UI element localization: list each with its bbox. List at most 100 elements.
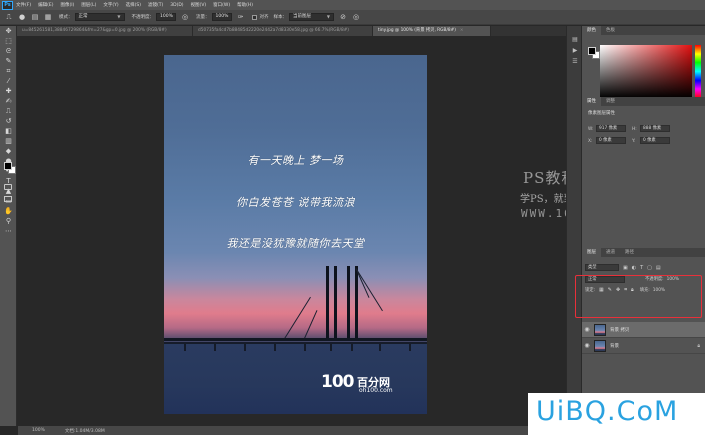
tab-channels[interactable]: 通道 <box>601 248 620 257</box>
menu-type[interactable]: 文字(Y) <box>103 2 118 8</box>
color-foreground-swatch[interactable] <box>588 47 596 55</box>
properties-panel-icon[interactable]: ☰ <box>567 56 583 67</box>
bridge-pier <box>304 344 306 351</box>
filter-pixel-icon[interactable]: ▣ <box>623 265 628 271</box>
filter-shape-icon[interactable]: ▢ <box>647 265 652 271</box>
opacity-input[interactable]: 100% <box>156 13 176 21</box>
layer-row-background[interactable]: ◉ 背景 🔒︎ <box>582 338 705 354</box>
quick-mask-icon[interactable] <box>4 184 12 190</box>
layer-kind-select[interactable]: 类型 <box>585 264 619 271</box>
tab-adjustments[interactable]: 调整 <box>601 97 620 106</box>
filter-smart-icon[interactable]: ▤ <box>656 265 661 271</box>
hue-slider[interactable] <box>695 45 701 98</box>
more-tools-icon[interactable]: ⋯ <box>0 226 17 236</box>
menu-3d[interactable]: 3D(D) <box>170 3 183 8</box>
tab-doc-3[interactable]: tiny.jpg @ 100% (背景 拷贝, RGB/8#) × <box>373 26 491 36</box>
mode-value: 正常 <box>78 14 88 19</box>
y-label: Y: <box>632 139 636 144</box>
menu-layer[interactable]: 图层(L) <box>81 2 96 8</box>
move-tool-icon[interactable]: ✥ <box>0 26 17 36</box>
pressure-size-icon[interactable]: ◎ <box>351 12 361 22</box>
chevron-down-icon: ▼ <box>326 14 330 19</box>
chevron-down-icon: ▼ <box>117 14 121 19</box>
bridge-pier <box>244 344 246 351</box>
tab-doc-1[interactable]: u=845261581,38846729864&fm=27&gp=0.jpg @… <box>17 26 193 36</box>
photoshop-logo: Ps <box>2 0 13 10</box>
panel-dock: ▤ ▶ ☰ <box>566 26 582 435</box>
history-panel-icon[interactable]: ▤ <box>567 34 583 45</box>
layer-thumbnail <box>594 339 606 352</box>
brush-tool-icon[interactable]: ✍ <box>0 96 17 106</box>
layer-name: 背景 <box>610 343 619 349</box>
menu-edit[interactable]: 编辑(E) <box>38 2 53 8</box>
eye-icon[interactable]: ◉ <box>582 342 592 349</box>
layer-row-background-copy[interactable]: ◉ 背景 拷贝 <box>582 322 705 338</box>
poem-line-3: 我还是没犹豫就随你去天堂 <box>226 237 365 250</box>
healing-brush-tool-icon[interactable]: ✚ <box>0 86 17 96</box>
menu-select[interactable]: 选择(S) <box>126 2 141 8</box>
hand-tool-icon[interactable]: ✋ <box>0 206 17 216</box>
width-field[interactable]: 917 像素 <box>596 125 626 132</box>
eyedropper-tool-icon[interactable]: ⁄ <box>0 76 17 86</box>
tab-doc-2[interactable]: d50735fa4cd7b88485d2220e2442a7d8330e58.j… <box>193 26 373 36</box>
tools-panel: ✥ ⬚ ᘓ ✎ ⌗ ⁄ ✚ ✍ ⎍ ↺ ◧ ▥ ◆ ● ✒ T ▲ ▭ ✋ ⚲ … <box>0 26 17 426</box>
tab-swatches[interactable]: 色板 <box>601 26 620 35</box>
x-label: X: <box>588 139 593 144</box>
bridge-deck <box>164 338 427 341</box>
opacity-value: 100% <box>160 14 173 19</box>
screen-mode-icon[interactable] <box>4 196 12 202</box>
lasso-tool-icon[interactable]: ᘓ <box>0 46 17 56</box>
brush-settings-icon[interactable]: ▤ <box>30 12 40 22</box>
width-label: W: <box>588 127 594 132</box>
menu-image[interactable]: 图像(I) <box>60 2 74 8</box>
menu-view[interactable]: 视图(V) <box>191 2 207 8</box>
airbrush-icon[interactable]: ✑ <box>236 12 246 22</box>
actions-panel-icon[interactable]: ▶ <box>567 45 583 56</box>
tab-color[interactable]: 颜色 <box>582 26 601 35</box>
color-picker-field[interactable] <box>600 45 692 98</box>
mode-select[interactable]: 正常 ▼ <box>74 13 125 21</box>
filter-adjust-icon[interactable]: ◐ <box>632 265 636 271</box>
stamp-tool-icon[interactable]: ⎍ <box>4 12 14 22</box>
pressure-opacity-icon[interactable]: ◎ <box>180 12 190 22</box>
poem-line-1: 有一天晚上 梦一场 <box>247 154 344 167</box>
foreground-color-swatch[interactable] <box>4 162 12 170</box>
tab-paths[interactable]: 路径 <box>620 248 639 257</box>
eraser-tool-icon[interactable]: ◧ <box>0 126 17 136</box>
menu-file[interactable]: 文件(F) <box>16 2 31 8</box>
document-image[interactable]: 有一天晚上 梦一场 你白发苍苍 说带我流浪 我还是没犹豫就随你去天堂 100 百… <box>164 55 427 414</box>
align-checkbox[interactable] <box>251 14 257 20</box>
history-brush-tool-icon[interactable]: ↺ <box>0 116 17 126</box>
bridge-pylon <box>334 266 337 340</box>
eye-icon[interactable]: ◉ <box>582 326 592 333</box>
flow-input[interactable]: 100% <box>211 13 232 21</box>
close-icon[interactable]: × <box>460 26 464 36</box>
sample-select[interactable]: 当前图层 ▼ <box>289 13 334 21</box>
bridge-pier <box>330 344 332 351</box>
clone-stamp-tool-icon[interactable]: ⎍ <box>0 106 17 116</box>
y-field[interactable]: 0 像素 <box>640 137 670 144</box>
height-field[interactable]: 888 像素 <box>640 125 670 132</box>
quick-select-tool-icon[interactable]: ✎ <box>0 56 17 66</box>
menu-filter[interactable]: 滤镜(T) <box>148 2 163 8</box>
lock-icon: 🔒︎ <box>697 342 700 349</box>
tab-properties[interactable]: 属性 <box>582 97 601 106</box>
sample-value: 当前图层 <box>293 14 311 19</box>
menu-help[interactable]: 帮助(H) <box>237 2 253 8</box>
tab-layers[interactable]: 图层 <box>582 248 601 257</box>
menu-window[interactable]: 窗口(W) <box>213 2 230 8</box>
x-field[interactable]: 0 像素 <box>596 137 626 144</box>
brush-preset-icon[interactable]: ● <box>17 12 27 22</box>
clone-source-icon[interactable]: ▦ <box>43 12 53 22</box>
bridge-pier <box>379 344 381 351</box>
zoom-tool-icon[interactable]: ⚲ <box>0 216 17 226</box>
marquee-tool-icon[interactable]: ⬚ <box>0 36 17 46</box>
zoom-level[interactable]: 100% <box>32 428 45 433</box>
logo-mark: 100 <box>321 372 354 392</box>
gradient-tool-icon[interactable]: ▥ <box>0 136 17 146</box>
blur-tool-icon[interactable]: ◆ <box>0 146 17 156</box>
crop-tool-icon[interactable]: ⌗ <box>0 66 17 76</box>
filter-type-icon[interactable]: T <box>640 265 643 271</box>
layer-name: 背景 拷贝 <box>610 327 630 333</box>
ignore-adjustment-icon[interactable]: ⊘ <box>338 12 348 22</box>
